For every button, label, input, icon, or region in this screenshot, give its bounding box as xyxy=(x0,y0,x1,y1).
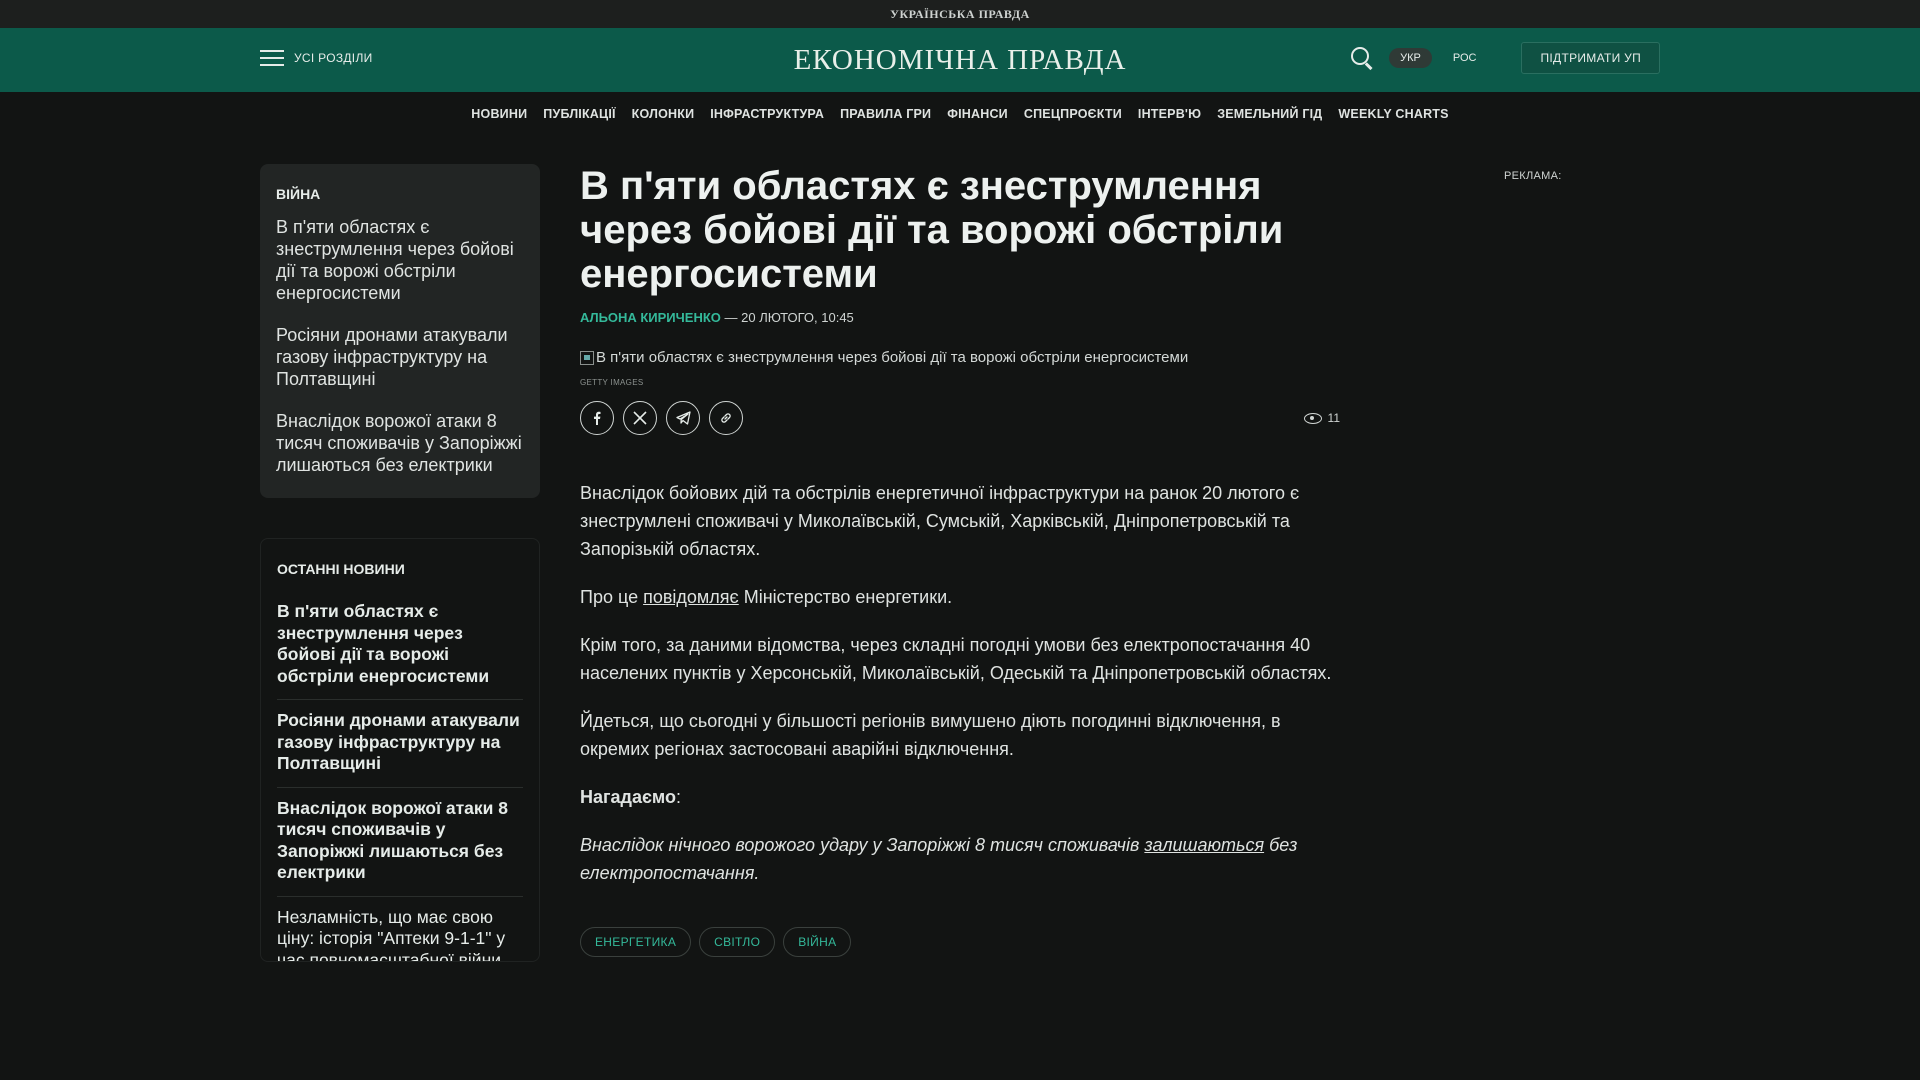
latest-news-item[interactable]: Росіяни дронами атакували газову інфраст… xyxy=(277,700,523,788)
latest-news-block: ОСТАННІ НОВИНИ В п'яти областях є знестр… xyxy=(260,538,540,962)
header: УСІ РОЗДІЛИ ЕКОНОМІЧНА ПРАВДА УКР РОС ПІ… xyxy=(0,28,1920,92)
article-image-alt: В п'яти областях є знеструмлення через б… xyxy=(596,349,1189,366)
byline: АЛЬОНА КИРИЧЕНКО — 20 ЛЮТОГО, 10:45 xyxy=(580,310,1340,325)
lang-ros[interactable]: РОС xyxy=(1442,48,1488,68)
byline-separator: — xyxy=(724,310,738,325)
latest-news-item[interactable]: В п'яти областях є знеструмлення через б… xyxy=(277,591,523,700)
tag-light[interactable]: СВІТЛО xyxy=(699,927,776,957)
telegram-icon[interactable] xyxy=(666,401,700,435)
reminder-label: Нагадаємо xyxy=(580,787,676,807)
broken-image-icon xyxy=(580,350,594,365)
tag-list: ЕНЕРГЕТИКА СВІТЛО ВІЙНА xyxy=(580,927,1340,957)
author-link[interactable]: АЛЬОНА КИРИЧЕНКО xyxy=(580,310,721,325)
header-actions: УКР РОС ПІДТРИМАТИ УП xyxy=(1349,42,1660,74)
nav-infrastructure[interactable]: ІНФРАСТРУКТУРА xyxy=(710,107,824,121)
tag-war[interactable]: ВІЙНА xyxy=(783,927,852,957)
article-paragraph: Нагадаємо: xyxy=(580,783,1340,811)
war-block: ВІЙНА В п'яти областях є знеструмлення ч… xyxy=(260,164,540,498)
nav-interview[interactable]: ІНТЕРВ'Ю xyxy=(1138,107,1201,121)
latest-news-item[interactable]: Незламність, що має свою ціну: історія "… xyxy=(277,897,523,962)
article-paragraph: Внаслідок бойових дій та обстрілів енерг… xyxy=(580,483,1300,559)
support-button[interactable]: ПІДТРИМАТИ УП xyxy=(1521,42,1660,74)
link-icon[interactable] xyxy=(709,401,743,435)
share-row: 11 xyxy=(580,401,1340,435)
eye-icon xyxy=(1303,412,1322,424)
text-span: Про це xyxy=(580,587,644,607)
nav-finance[interactable]: ФІНАНСИ xyxy=(947,107,1008,121)
top-strip: УКРАЇНСЬКА ПРАВДА xyxy=(0,0,1920,28)
nav-special-projects[interactable]: СПЕЦПРОЄКТИ xyxy=(1024,107,1122,121)
nav-rules-of-game[interactable]: ПРАВИЛА ГРИ xyxy=(840,107,931,121)
war-block-title[interactable]: ВІЙНА xyxy=(276,186,524,202)
nav-weekly-charts[interactable]: WEEKLY CHARTS xyxy=(1338,107,1448,121)
search-icon[interactable] xyxy=(1349,45,1375,71)
left-sidebar: ВІЙНА В п'яти областях є знеструмлення ч… xyxy=(260,164,540,962)
latest-news-item[interactable]: Внаслідок ворожої атаки 8 тисяч споживач… xyxy=(277,788,523,897)
text-span: Внаслідок нічного ворожого удару у Запор… xyxy=(580,835,1145,855)
article-paragraph: Йдеться, що сьогодні у більшості регіоні… xyxy=(580,711,1281,759)
image-credit: GETTY IMAGES xyxy=(580,378,644,387)
facebook-icon[interactable] xyxy=(580,401,614,435)
views-count: 11 xyxy=(1327,411,1340,425)
tag-energetics[interactable]: ЕНЕРГЕТИКА xyxy=(580,927,692,957)
publish-date: 20 ЛЮТОГО, 10:45 xyxy=(741,310,854,325)
nav-land-guide[interactable]: ЗЕМЕЛЬНИЙ ГІД xyxy=(1217,107,1322,121)
article-paragraph: Про це повідомляє Міністерство енергетик… xyxy=(580,583,1340,611)
nav-news[interactable]: НОВИНИ xyxy=(471,107,527,121)
x-icon[interactable] xyxy=(623,401,657,435)
war-item[interactable]: Внаслідок ворожої атаки 8 тисяч споживач… xyxy=(276,410,524,476)
article-paragraph: Внаслідок нічного ворожого удару у Запор… xyxy=(580,831,1340,887)
war-item[interactable]: Росіяни дронами атакували газову інфраст… xyxy=(276,324,524,390)
reminder-colon: : xyxy=(675,787,681,807)
ad-label: РЕКЛАМА: xyxy=(1504,170,1562,182)
main-nav: НОВИНИ ПУБЛІКАЦІЇ КОЛОНКИ ІНФРАСТРУКТУРА… xyxy=(0,94,1920,134)
text-span: Міністерство енергетики. xyxy=(738,587,953,607)
latest-news-title: ОСТАННІ НОВИНИ xyxy=(277,561,405,577)
views-counter: 11 xyxy=(1303,411,1340,425)
related-link[interactable]: залишаються xyxy=(1144,835,1264,855)
war-item[interactable]: В п'яти областях є знеструмлення через б… xyxy=(276,216,524,304)
article-body: Внаслідок бойових дій та обстрілів енерг… xyxy=(580,479,1340,887)
nav-publications[interactable]: ПУБЛІКАЦІЇ xyxy=(543,107,615,121)
article-paragraph: Крім того, за даними відомства, через ск… xyxy=(580,635,1332,683)
article-main: В п'яти областях є знеструмлення через б… xyxy=(580,164,1340,957)
lang-ukr[interactable]: УКР xyxy=(1389,48,1432,68)
top-site-name[interactable]: УКРАЇНСЬКА ПРАВДА xyxy=(890,7,1030,22)
source-link[interactable]: повідомляє xyxy=(643,587,739,607)
article-image: В п'яти областях є знеструмлення через б… xyxy=(580,349,1340,366)
article-title: В п'яти областях є знеструмлення через б… xyxy=(580,164,1284,296)
nav-columns[interactable]: КОЛОНКИ xyxy=(632,107,695,121)
